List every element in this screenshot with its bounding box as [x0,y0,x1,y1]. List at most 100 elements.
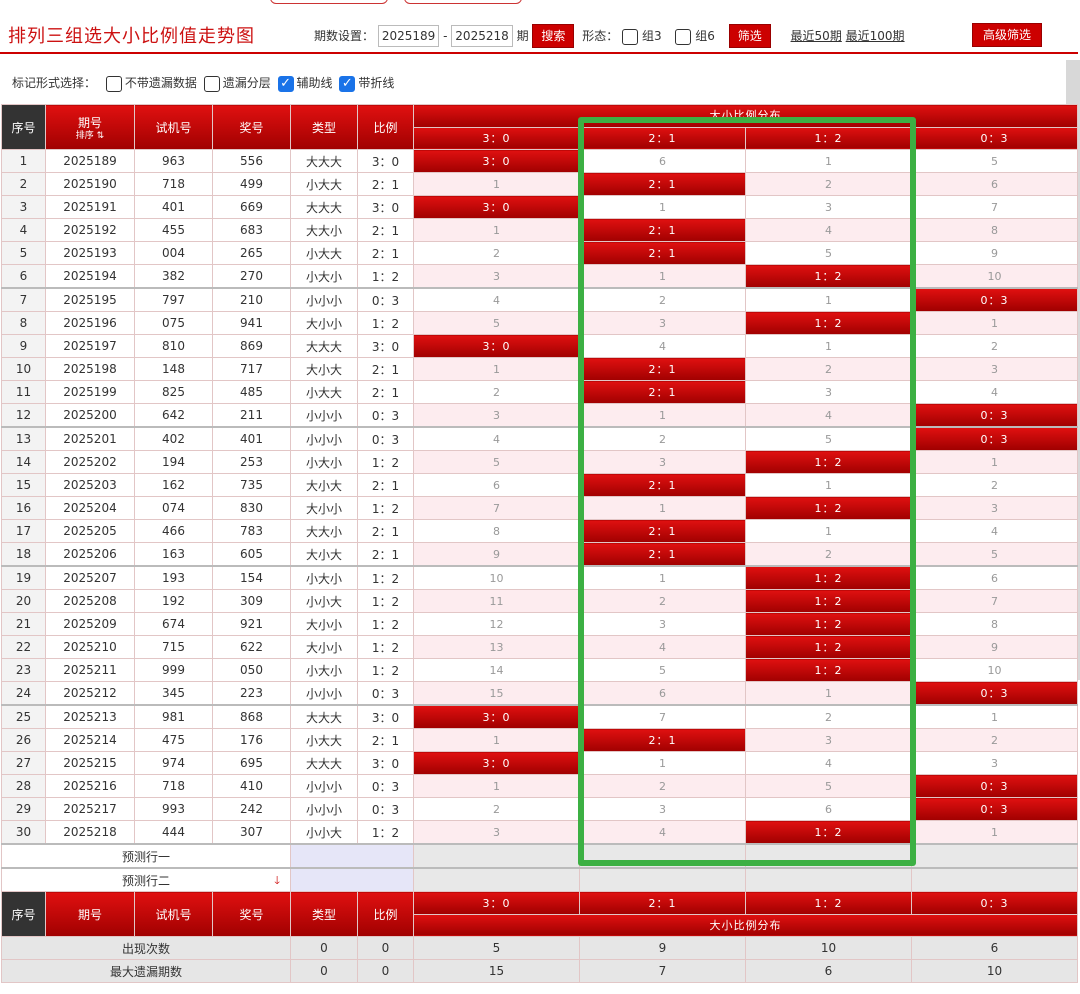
search-button[interactable]: 搜索 [532,24,575,48]
row-period: 2025198 [45,357,135,381]
dist-miss-cell: 4 [579,334,746,358]
row-period: 2025190 [45,172,135,196]
dist-col-header: 3：0 [413,126,580,150]
dist-hit-cell: 1：2 [745,820,912,845]
dist-miss-cell: 3 [745,380,912,404]
predict-input-cell[interactable] [290,867,414,892]
dist-hit-cell: 1：2 [745,635,912,659]
row-award: 211 [212,403,291,428]
row-ratio: 2：1 [357,241,414,265]
row-award: 669 [212,195,291,219]
advanced-filter-button[interactable]: 高级筛选 [972,23,1043,47]
row-period: 2025197 [45,334,135,358]
last50-link[interactable]: 最近50期 [791,29,842,43]
row-ratio: 2：1 [357,542,414,567]
table-row: 20 2025208 192 309 小小大 1：2 11 2 1：2 7 [1,589,1078,613]
sort-icon[interactable]: 排序 ⇅ [47,131,134,141]
top-tab-1[interactable] [270,0,388,4]
row-type: 小小小 [290,287,358,312]
row-seq: 22 [1,635,46,659]
predict-dist-cell[interactable] [745,843,912,869]
predict-dist-cell[interactable] [413,867,580,892]
row-award: 869 [212,334,291,358]
row-trial: 075 [134,311,213,335]
row-seq: 27 [1,751,46,775]
dist-miss-cell: 14 [413,658,580,682]
stat-value: 10 [911,959,1078,983]
table-row: 5 2025193 004 265 小大大 2：1 2 2：1 5 9 [1,241,1078,265]
dist-title-header: 大小比例分布 [413,104,1078,128]
dist-hit-cell: 3：0 [413,751,580,775]
dist-miss-cell: 1 [745,681,912,706]
polyline-checkbox[interactable]: ✓ [339,75,356,92]
dist-miss-cell: 2 [579,589,746,613]
dist-miss-cell: 2 [579,426,746,451]
predict-dist-cell[interactable] [579,867,746,892]
predict-dist-cell[interactable] [413,843,580,869]
period-settings: 期数设置： 2025189 - 2025218 期 搜索 形态： 组3 组6 筛… [314,24,905,48]
mark-options: 标记形式选择： 不带遗漏数据 遗漏分层 ✓ 辅助线 ✓ 带折线 [12,74,394,92]
dist-miss-cell: 2 [911,334,1078,358]
dist-miss-cell: 1 [911,450,1078,474]
row-period: 2025205 [45,519,135,543]
row-award: 717 [212,357,291,381]
arrow-down-icon[interactable]: 🡓 [274,872,280,891]
row-ratio: 1：2 [357,635,414,659]
predict-dist-cell[interactable] [911,843,1078,869]
row-type: 大大大 [290,149,358,173]
row-ratio: 3：0 [357,704,414,729]
row-seq: 3 [1,195,46,219]
predict-dist-cell[interactable] [579,843,746,869]
row-trial: 718 [134,774,213,798]
row-period: 2025203 [45,473,135,497]
no-miss-data-label: 不带遗漏数据 [124,76,197,90]
last100-link[interactable]: 最近100期 [846,29,905,43]
row-trial: 797 [134,287,213,312]
group6-checkbox[interactable] [675,28,692,45]
dist-miss-cell: 3 [579,450,746,474]
stat-type: 0 [290,936,358,960]
row-seq: 14 [1,450,46,474]
table-row: 2 2025190 718 499 小大大 2：1 1 2：1 2 6 [1,172,1078,196]
dist-miss-cell: 2 [413,241,580,265]
no-miss-data-checkbox[interactable] [105,75,122,92]
row-ratio: 2：1 [357,728,414,752]
row-ratio: 1：2 [357,565,414,590]
period-to-input[interactable]: 2025218 [451,25,513,47]
aux-line-checkbox[interactable]: ✓ [277,75,294,92]
dist-miss-cell: 7 [911,589,1078,613]
footer-header-row: 序号 期号 试机号 奖号 类型 比例 3：0 2：1 1：2 0：3 [1,891,1078,937]
row-award: 683 [212,218,291,242]
dist-miss-cell: 6 [579,681,746,706]
table-row: 17 2025205 466 783 大大小 2：1 8 2：1 1 4 [1,519,1078,543]
top-tabs [270,0,538,4]
dist-hit-cell: 1：2 [745,264,912,289]
row-award: 783 [212,519,291,543]
predict-dist-cell[interactable] [745,867,912,892]
predict-dist-cell[interactable] [911,867,1078,892]
filter-button[interactable]: 筛选 [728,24,771,48]
row-ratio: 3：0 [357,751,414,775]
row-seq: 2 [1,172,46,196]
predict-label[interactable]: 预测行二 🡓 [1,867,291,892]
row-ratio: 2：1 [357,357,414,381]
row-period: 2025216 [45,774,135,798]
row-seq: 21 [1,612,46,636]
row-seq: 7 [1,287,46,312]
top-tab-2[interactable] [404,0,522,4]
dist-miss-cell: 7 [413,496,580,520]
row-ratio: 2：1 [357,218,414,242]
dist-miss-cell: 5 [911,542,1078,567]
col-period-header[interactable]: 期号 排序 ⇅ [45,104,135,150]
miss-layer-checkbox[interactable] [203,75,220,92]
dist-miss-cell: 5 [911,149,1078,173]
dist-miss-cell: 9 [413,542,580,567]
period-from-input[interactable]: 2025189 [377,25,440,47]
group3-checkbox[interactable] [622,28,639,45]
row-award: 176 [212,728,291,752]
predict-input-cell[interactable] [290,843,414,869]
predict-label[interactable]: 预测行一 [1,843,291,869]
dist-hit-cell: 1：2 [745,658,912,682]
dist-hit-cell: 3：0 [413,149,580,173]
footer-type-header: 类型 [290,891,358,937]
